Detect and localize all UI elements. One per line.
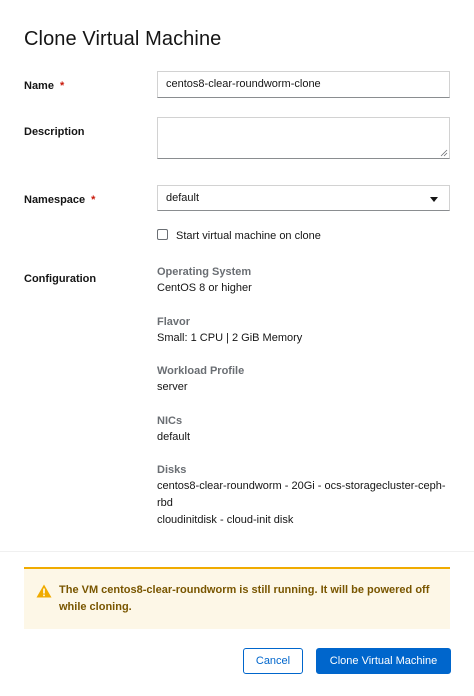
namespace-label-text: Namespace [24,194,86,206]
config-disks: Disks centos8-clear-roundworm - 20Gi - o… [157,464,457,529]
resize-grip-icon[interactable] [440,149,448,157]
name-input[interactable]: centos8-clear-roundworm-clone [157,71,450,98]
dialog-title: Clone Virtual Machine [24,28,222,50]
name-label-text: Name [24,80,54,92]
namespace-label: Namespace * [24,194,95,206]
namespace-select[interactable]: default [157,185,450,211]
os-value: CentOS 8 or higher [157,282,252,294]
flavor-title: Flavor [157,316,191,328]
disk-item: cloudinitdisk - cloud-init disk [157,514,294,526]
description-textarea[interactable] [157,117,450,159]
os-title: Operating System [157,266,252,278]
start-on-clone-checkbox[interactable] [157,228,168,240]
disk-item: centos8-clear-roundworm - 20Gi - ocs-sto… [157,480,446,509]
namespace-selected-value: default [166,192,200,204]
start-on-clone-row: Start virtual machine on clone [157,228,321,242]
config-workload-profile: Workload Profile server [157,365,457,396]
clone-vm-button[interactable]: Clone Virtual Machine [316,648,451,674]
name-input-value: centos8-clear-roundworm-clone [166,78,321,90]
name-label: Name * [24,80,64,92]
start-on-clone-label[interactable]: Start virtual machine on clone [176,230,321,242]
required-marker: * [91,194,96,206]
caret-down-icon [430,197,438,202]
footer-divider [0,551,474,552]
nics-title: NICs [157,415,183,427]
cancel-button[interactable]: Cancel [243,648,303,674]
warning-alert: The VM centos8-clear-roundworm is still … [24,567,450,629]
configuration-label: Configuration [24,273,97,285]
nics-value: default [157,431,191,443]
warning-triangle-icon [36,584,52,598]
description-label: Description [24,126,85,138]
required-marker: * [59,80,65,92]
profile-title: Workload Profile [157,365,245,377]
flavor-value: Small: 1 CPU | 2 GiB Memory [157,332,303,344]
clone-vm-dialog: Clone Virtual Machine Name * centos8-clea… [0,0,474,696]
alert-message: The VM centos8-clear-roundworm is still … [59,584,430,613]
config-os: Operating System CentOS 8 or higher [157,266,457,297]
disks-title: Disks [157,464,187,476]
profile-value: server [157,381,188,393]
config-nics: NICs default [157,415,457,446]
config-flavor: Flavor Small: 1 CPU | 2 GiB Memory [157,316,457,347]
